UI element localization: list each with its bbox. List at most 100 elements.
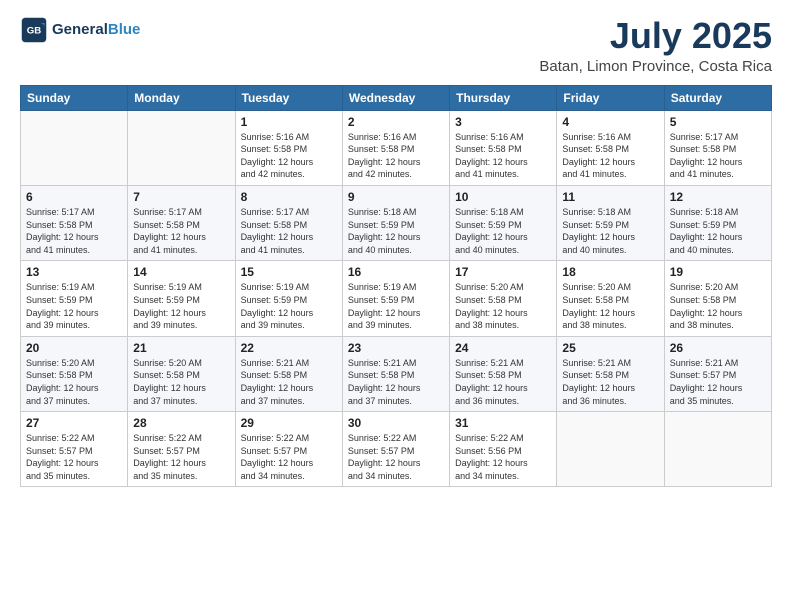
logo-text: GeneralBlue	[52, 21, 140, 39]
day-number: 22	[241, 341, 337, 355]
calendar-cell: 27 Sunrise: 5:22 AM Sunset: 5:57 PM Dayli…	[21, 412, 128, 487]
day-info: Sunrise: 5:22 AM Sunset: 5:57 PM Dayligh…	[26, 432, 122, 482]
calendar-cell: 12 Sunrise: 5:18 AM Sunset: 5:59 PM Dayli…	[664, 185, 771, 260]
calendar-week-row: 1 Sunrise: 5:16 AM Sunset: 5:58 PM Daylig…	[21, 110, 772, 185]
calendar-cell	[557, 412, 664, 487]
calendar-cell: 6 Sunrise: 5:17 AM Sunset: 5:58 PM Daylig…	[21, 185, 128, 260]
day-number: 5	[670, 115, 766, 129]
day-info: Sunrise: 5:22 AM Sunset: 5:57 PM Dayligh…	[133, 432, 229, 482]
day-number: 19	[670, 265, 766, 279]
day-number: 10	[455, 190, 551, 204]
day-number: 4	[562, 115, 658, 129]
calendar-cell: 9Sunrise: 5:18 AM Sunset: 5:59 PM Daylig…	[342, 185, 449, 260]
calendar-cell: 11 Sunrise: 5:18 AM Sunset: 5:59 PM Dayli…	[557, 185, 664, 260]
day-info: Sunrise: 5:17 AM Sunset: 5:58 PM Dayligh…	[670, 131, 766, 181]
calendar-week-row: 6 Sunrise: 5:17 AM Sunset: 5:58 PM Daylig…	[21, 185, 772, 260]
day-info: Sunrise: 5:22 AM Sunset: 5:57 PM Dayligh…	[241, 432, 337, 482]
day-number: 20	[26, 341, 122, 355]
day-number: 11	[562, 190, 658, 204]
day-number: 15	[241, 265, 337, 279]
calendar-cell: 20 Sunrise: 5:20 AM Sunset: 5:58 PM Dayli…	[21, 336, 128, 411]
day-info: Sunrise: 5:16 AM Sunset: 5:58 PM Dayligh…	[562, 131, 658, 181]
day-info: Sunrise: 5:18 AM Sunset: 5:59 PM Dayligh…	[670, 206, 766, 256]
calendar-cell: 28 Sunrise: 5:22 AM Sunset: 5:57 PM Dayli…	[128, 412, 235, 487]
calendar-week-row: 27 Sunrise: 5:22 AM Sunset: 5:57 PM Dayli…	[21, 412, 772, 487]
day-info: Sunrise: 5:17 AM Sunset: 5:58 PM Dayligh…	[26, 206, 122, 256]
day-info: Sunrise: 5:20 AM Sunset: 5:58 PM Dayligh…	[133, 357, 229, 407]
calendar-cell: 31 Sunrise: 5:22 AM Sunset: 5:56 PM Dayli…	[450, 412, 557, 487]
calendar-cell: 2Sunrise: 5:16 AM Sunset: 5:58 PM Daylig…	[342, 110, 449, 185]
col-header-tuesday: Tuesday	[235, 85, 342, 110]
day-info: Sunrise: 5:21 AM Sunset: 5:58 PM Dayligh…	[562, 357, 658, 407]
day-number: 6	[26, 190, 122, 204]
day-info: Sunrise: 5:16 AM Sunset: 5:58 PM Dayligh…	[455, 131, 551, 181]
day-info: Sunrise: 5:19 AM Sunset: 5:59 PM Dayligh…	[241, 281, 337, 331]
calendar-cell: 24 Sunrise: 5:21 AM Sunset: 5:58 PM Dayli…	[450, 336, 557, 411]
logo-icon: GB	[20, 16, 48, 44]
day-number: 1	[241, 115, 337, 129]
day-number: 27	[26, 416, 122, 430]
day-number: 31	[455, 416, 551, 430]
calendar-cell: 8Sunrise: 5:17 AM Sunset: 5:58 PM Daylig…	[235, 185, 342, 260]
calendar-cell: 3 Sunrise: 5:16 AM Sunset: 5:58 PM Daylig…	[450, 110, 557, 185]
calendar-cell: 13Sunrise: 5:19 AM Sunset: 5:59 PM Dayli…	[21, 261, 128, 336]
col-header-saturday: Saturday	[664, 85, 771, 110]
calendar-cell: 23Sunrise: 5:21 AM Sunset: 5:58 PM Dayli…	[342, 336, 449, 411]
calendar-cell: 14 Sunrise: 5:19 AM Sunset: 5:59 PM Dayli…	[128, 261, 235, 336]
day-info: Sunrise: 5:17 AM Sunset: 5:58 PM Dayligh…	[241, 206, 337, 256]
calendar-cell: 30 Sunrise: 5:22 AM Sunset: 5:57 PM Dayli…	[342, 412, 449, 487]
calendar-cell: 16 Sunrise: 5:19 AM Sunset: 5:59 PM Dayli…	[342, 261, 449, 336]
calendar-week-row: 20 Sunrise: 5:20 AM Sunset: 5:58 PM Dayli…	[21, 336, 772, 411]
day-info: Sunrise: 5:19 AM Sunset: 5:59 PM Dayligh…	[26, 281, 122, 331]
day-number: 17	[455, 265, 551, 279]
day-number: 29	[241, 416, 337, 430]
day-number: 18	[562, 265, 658, 279]
day-info: Sunrise: 5:20 AM Sunset: 5:58 PM Dayligh…	[562, 281, 658, 331]
calendar-cell: 15 Sunrise: 5:19 AM Sunset: 5:59 PM Dayli…	[235, 261, 342, 336]
day-number: 7	[133, 190, 229, 204]
col-header-thursday: Thursday	[450, 85, 557, 110]
calendar-cell: 19 Sunrise: 5:20 AM Sunset: 5:58 PM Dayli…	[664, 261, 771, 336]
day-info: Sunrise: 5:18 AM Sunset: 5:59 PM Dayligh…	[348, 206, 444, 256]
day-info: Sunrise: 5:22 AM Sunset: 5:57 PM Dayligh…	[348, 432, 444, 482]
day-number: 30	[348, 416, 444, 430]
day-info: Sunrise: 5:20 AM Sunset: 5:58 PM Dayligh…	[670, 281, 766, 331]
day-info: Sunrise: 5:19 AM Sunset: 5:59 PM Dayligh…	[133, 281, 229, 331]
header: GB GeneralBlue July 2025 Batan, Limon Pr…	[20, 16, 772, 75]
day-info: Sunrise: 5:21 AM Sunset: 5:57 PM Dayligh…	[670, 357, 766, 407]
title-section: July 2025 Batan, Limon Province, Costa R…	[539, 16, 772, 75]
day-info: Sunrise: 5:19 AM Sunset: 5:59 PM Dayligh…	[348, 281, 444, 331]
calendar-header-row: SundayMondayTuesdayWednesdayThursdayFrid…	[21, 85, 772, 110]
day-number: 12	[670, 190, 766, 204]
calendar-cell: 25 Sunrise: 5:21 AM Sunset: 5:58 PM Dayli…	[557, 336, 664, 411]
calendar-cell: 17 Sunrise: 5:20 AM Sunset: 5:58 PM Dayli…	[450, 261, 557, 336]
calendar-cell	[664, 412, 771, 487]
calendar-cell: 29 Sunrise: 5:22 AM Sunset: 5:57 PM Dayli…	[235, 412, 342, 487]
col-header-sunday: Sunday	[21, 85, 128, 110]
day-number: 3	[455, 115, 551, 129]
day-number: 28	[133, 416, 229, 430]
calendar-cell: 7 Sunrise: 5:17 AM Sunset: 5:58 PM Daylig…	[128, 185, 235, 260]
day-info: Sunrise: 5:20 AM Sunset: 5:58 PM Dayligh…	[26, 357, 122, 407]
calendar-cell: 22 Sunrise: 5:21 AM Sunset: 5:58 PM Dayli…	[235, 336, 342, 411]
day-number: 21	[133, 341, 229, 355]
day-number: 14	[133, 265, 229, 279]
calendar-cell: 26 Sunrise: 5:21 AM Sunset: 5:57 PM Dayli…	[664, 336, 771, 411]
day-info: Sunrise: 5:17 AM Sunset: 5:58 PM Dayligh…	[133, 206, 229, 256]
day-number: 26	[670, 341, 766, 355]
location: Batan, Limon Province, Costa Rica	[539, 58, 772, 75]
day-info: Sunrise: 5:22 AM Sunset: 5:56 PM Dayligh…	[455, 432, 551, 482]
calendar-cell: 5 Sunrise: 5:17 AM Sunset: 5:58 PM Daylig…	[664, 110, 771, 185]
day-number: 25	[562, 341, 658, 355]
day-info: Sunrise: 5:21 AM Sunset: 5:58 PM Dayligh…	[241, 357, 337, 407]
svg-text:GB: GB	[27, 26, 41, 37]
calendar-cell	[128, 110, 235, 185]
day-number: 16	[348, 265, 444, 279]
day-info: Sunrise: 5:21 AM Sunset: 5:58 PM Dayligh…	[455, 357, 551, 407]
day-number: 24	[455, 341, 551, 355]
calendar-cell: 1Sunrise: 5:16 AM Sunset: 5:58 PM Daylig…	[235, 110, 342, 185]
calendar-cell: 18 Sunrise: 5:20 AM Sunset: 5:58 PM Dayli…	[557, 261, 664, 336]
day-info: Sunrise: 5:18 AM Sunset: 5:59 PM Dayligh…	[562, 206, 658, 256]
day-info: Sunrise: 5:20 AM Sunset: 5:58 PM Dayligh…	[455, 281, 551, 331]
day-info: Sunrise: 5:21 AM Sunset: 5:58 PM Dayligh…	[348, 357, 444, 407]
